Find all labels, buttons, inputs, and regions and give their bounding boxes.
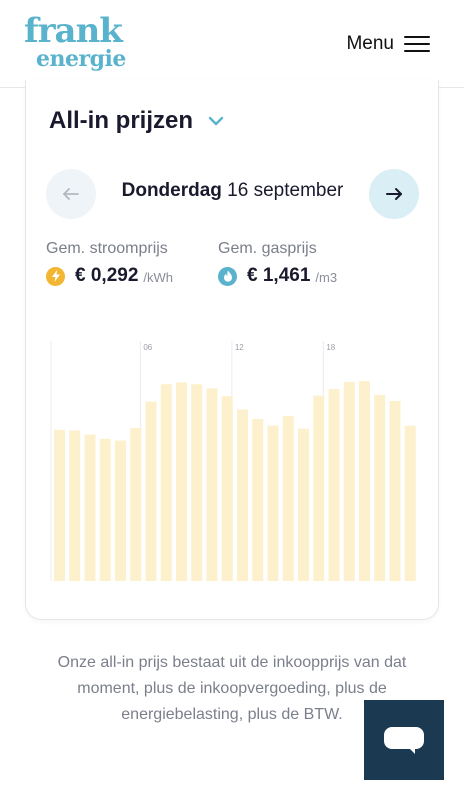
- previous-day-button[interactable]: [46, 169, 96, 219]
- selected-date: Donderdag 16 september: [96, 180, 369, 202]
- gas-price: Gem. gasprijs € 1,461 /m3: [218, 240, 337, 287]
- next-day-button[interactable]: [369, 169, 419, 219]
- chart-tick-label-06: 06: [143, 343, 152, 352]
- gas-price-unit: /m3: [315, 270, 338, 285]
- hourly-price-chart: 06 12 18: [48, 335, 420, 585]
- chart-bar-18[interactable]: [328, 389, 340, 581]
- electricity-price-unit: /kWh: [143, 270, 174, 285]
- chart-bar-04[interactable]: [115, 440, 126, 581]
- gas-price-value: € 1,461: [247, 265, 311, 286]
- gas-price-label: Gem. gasprijs: [218, 240, 317, 257]
- chart-bar-21[interactable]: [374, 395, 386, 581]
- chart-bar-16[interactable]: [298, 428, 309, 581]
- chart-bar-14[interactable]: [267, 425, 279, 581]
- chart-bar-05[interactable]: [130, 428, 142, 581]
- chart-bar-12[interactable]: [237, 409, 248, 581]
- chart-bar-10[interactable]: [206, 388, 218, 581]
- chart-bar-23[interactable]: [404, 425, 416, 581]
- site-header: frank energie Menu: [0, 0, 464, 88]
- chart-bar-02[interactable]: [84, 434, 96, 581]
- chart-bar-00[interactable]: [54, 429, 65, 581]
- chart-bar-13[interactable]: [252, 419, 264, 581]
- chart-bar-15[interactable]: [282, 416, 294, 581]
- chart-bar-08[interactable]: [176, 382, 187, 581]
- chat-button[interactable]: [364, 700, 444, 780]
- chart-bar-01[interactable]: [69, 430, 81, 581]
- card-title: All-in prijzen: [49, 107, 193, 134]
- menu-label: Menu: [346, 33, 394, 54]
- chart-tick-label-12: 12: [235, 343, 244, 352]
- chart-bar-22[interactable]: [389, 401, 401, 581]
- chart-bar-03[interactable]: [99, 438, 111, 581]
- logo-text-energie: energie: [36, 46, 126, 72]
- date-day-month: 16 september: [221, 180, 344, 201]
- chart-bar-07[interactable]: [160, 384, 172, 581]
- menu-button[interactable]: Menu: [346, 31, 430, 57]
- lightning-icon: [46, 266, 65, 286]
- electricity-price-value: € 0,292: [75, 265, 139, 286]
- chevron-down-icon: [208, 116, 224, 126]
- flame-icon: [218, 266, 237, 286]
- price-type-dropdown[interactable]: All-in prijzen: [49, 107, 225, 135]
- chart-bar-19[interactable]: [343, 381, 355, 581]
- date-weekday: Donderdag: [121, 180, 222, 201]
- electricity-price: Gem. stroomprijs € 0,292 /kWh: [46, 240, 173, 287]
- logo-text-frank: frank: [24, 11, 123, 51]
- frank-energie-logo[interactable]: frank energie: [24, 12, 134, 76]
- chart-bar-06[interactable]: [145, 401, 157, 581]
- chart-bar-11[interactable]: [221, 396, 233, 581]
- chat-bubble-tail: [406, 745, 415, 754]
- arrow-right-icon: [386, 188, 402, 200]
- arrow-left-icon: [63, 188, 79, 200]
- electricity-price-label: Gem. stroomprijs: [46, 240, 168, 257]
- chart-bar-09[interactable]: [191, 384, 203, 581]
- chart-bar-17[interactable]: [313, 395, 325, 581]
- prices-card: All-in prijzen Donderdag 16 september Ge…: [25, 80, 439, 620]
- hamburger-icon: [404, 34, 430, 54]
- chat-bubble-icon: [384, 727, 424, 749]
- chart-bar-20[interactable]: [359, 381, 370, 581]
- price-bar-chart: 06 12 18: [50, 341, 416, 581]
- chart-tick-label-18: 18: [326, 343, 335, 352]
